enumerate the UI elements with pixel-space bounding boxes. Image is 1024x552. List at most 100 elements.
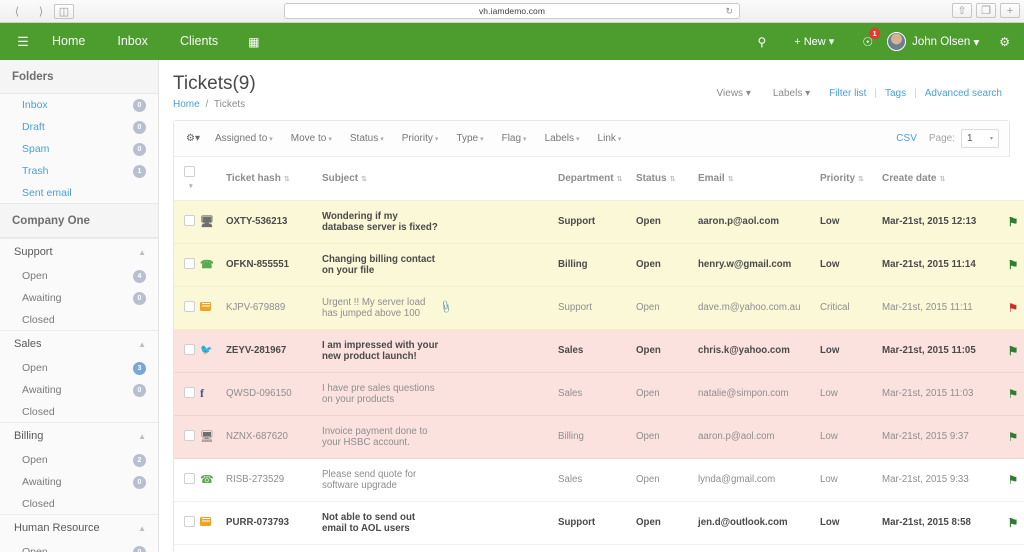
- row-checkbox[interactable]: [184, 387, 195, 398]
- reload-icon[interactable]: ↻: [725, 6, 733, 17]
- row-select-cell[interactable]: [174, 501, 200, 544]
- toolbar-assigned-to[interactable]: Assigned to▾: [206, 133, 282, 144]
- sidebar-item-sales-open[interactable]: Open 3: [0, 357, 158, 379]
- sidebar-item-billing-awaiting[interactable]: Awaiting 0: [0, 471, 158, 493]
- new-button[interactable]: + New ▾: [780, 35, 848, 48]
- flag-icon[interactable]: ⚑: [1008, 301, 1019, 315]
- sidebar-item-billing-closed[interactable]: Closed: [0, 493, 158, 514]
- row-flag-cell[interactable]: ⚑: [998, 329, 1024, 372]
- row-ticket-hash[interactable]: QWSD-096150: [226, 372, 322, 415]
- search-icon[interactable]: ⚲: [743, 35, 780, 49]
- row-checkbox[interactable]: [184, 215, 195, 226]
- sidebar-item-sales-closed[interactable]: Closed: [0, 401, 158, 422]
- sidebar-item-spam[interactable]: Spam 0: [0, 138, 158, 160]
- filter-list-link[interactable]: Filter list: [821, 88, 874, 99]
- toolbar-move-to[interactable]: Move to▾: [282, 133, 341, 144]
- flag-icon[interactable]: ⚑: [1008, 215, 1019, 229]
- row-select-cell[interactable]: [174, 458, 200, 501]
- labels-dropdown[interactable]: Labels ▾: [762, 88, 821, 99]
- sidebar-item-billing-open[interactable]: Open 2: [0, 449, 158, 471]
- sidebar-item-hr-open[interactable]: Open 0: [0, 541, 158, 552]
- th-select-all[interactable]: ▾: [174, 157, 200, 201]
- gear-icon[interactable]: ⚙: [993, 35, 1010, 49]
- row-select-cell[interactable]: ✓: [174, 544, 200, 552]
- advanced-search-link[interactable]: Advanced search: [917, 88, 1010, 99]
- table-row[interactable]: 🖥OXTY-536213Wondering if my database ser…: [174, 200, 1024, 243]
- row-flag-cell[interactable]: ⚑: [998, 200, 1024, 243]
- table-row[interactable]: 🐦ZEYV-281967I am impressed with your new…: [174, 329, 1024, 372]
- sidebar-item-support-open[interactable]: Open 4: [0, 265, 158, 287]
- toolbar-flag[interactable]: Flag▾: [493, 133, 536, 144]
- row-select-cell[interactable]: [174, 329, 200, 372]
- grid-apps-icon[interactable]: ▦: [234, 35, 272, 49]
- row-select-cell[interactable]: [174, 372, 200, 415]
- row-ticket-hash[interactable]: OFKN-855551: [226, 243, 322, 286]
- flag-icon[interactable]: ⚑: [1008, 516, 1019, 530]
- tabs-icon[interactable]: ❐: [976, 3, 996, 18]
- toolbar-type[interactable]: Type▾: [447, 133, 492, 144]
- select-all-checkbox[interactable]: [184, 166, 195, 177]
- sidebar-item-trash[interactable]: Trash 1: [0, 160, 158, 182]
- row-flag-cell[interactable]: ⚑: [998, 415, 1024, 458]
- address-bar[interactable]: vh.iamdemo.com ↻: [284, 3, 740, 19]
- breadcrumb-home[interactable]: Home: [173, 99, 200, 110]
- row-subject[interactable]: I have pre sales questions on your produ…: [322, 372, 440, 415]
- th-ticket-hash[interactable]: Ticket hash⇅: [226, 157, 322, 201]
- row-select-cell[interactable]: [174, 200, 200, 243]
- row-subject[interactable]: I am impressed with your new product lau…: [322, 329, 440, 372]
- toolbar-status[interactable]: Status▾: [341, 133, 393, 144]
- row-checkbox[interactable]: [184, 344, 195, 355]
- toolbar-link[interactable]: Link▾: [589, 133, 631, 144]
- row-subject[interactable]: Urgent !! My server load has jumped abov…: [322, 286, 440, 329]
- row-ticket-hash[interactable]: PURR-073793: [226, 501, 322, 544]
- table-row[interactable]: ✓🖥WMJG-065731iInternal ticket for CRM up…: [174, 544, 1024, 552]
- row-ticket-hash[interactable]: KJPV-679889: [226, 286, 322, 329]
- row-subject[interactable]: Changing billing contact on your file: [322, 243, 440, 286]
- row-checkbox[interactable]: [184, 516, 195, 527]
- sidebar-item-sent-email[interactable]: Sent email: [0, 182, 158, 204]
- row-select-cell[interactable]: [174, 286, 200, 329]
- table-row[interactable]: KJPV-679889Urgent !! My server load has …: [174, 286, 1024, 329]
- flag-icon[interactable]: ⚑: [1008, 387, 1019, 401]
- row-subject[interactable]: Invoice payment done to your HSBC accoun…: [322, 415, 440, 458]
- sidebar-item-draft[interactable]: Draft 0: [0, 116, 158, 138]
- row-subject[interactable]: Not able to send out email to AOL users: [322, 501, 440, 544]
- row-ticket-hash[interactable]: ZEYV-281967: [226, 329, 322, 372]
- csv-export-link[interactable]: CSV: [896, 133, 929, 144]
- nav-item-home[interactable]: Home: [36, 23, 101, 60]
- sidebar-toggle-icon[interactable]: ◫: [54, 4, 74, 19]
- row-flag-cell[interactable]: ⚑: [998, 372, 1024, 415]
- th-create-date[interactable]: Create date⇅: [882, 157, 998, 201]
- sidebar-item-support-closed[interactable]: Closed: [0, 309, 158, 330]
- gear-icon[interactable]: ⚙▾: [184, 133, 206, 144]
- share-icon[interactable]: ⇧: [952, 3, 972, 18]
- user-menu[interactable]: John Olsen ▾: [912, 35, 993, 49]
- table-row[interactable]: ☎RISB-273529Please send quote for softwa…: [174, 458, 1024, 501]
- views-dropdown[interactable]: Views ▾: [706, 88, 762, 99]
- row-checkbox[interactable]: [184, 258, 195, 269]
- forward-icon[interactable]: ⟩: [30, 3, 52, 19]
- row-flag-cell[interactable]: ⚑: [998, 243, 1024, 286]
- toolbar-labels[interactable]: Labels▾: [536, 133, 589, 144]
- row-select-cell[interactable]: [174, 243, 200, 286]
- th-email[interactable]: Email⇅: [698, 157, 820, 201]
- th-status[interactable]: Status⇅: [636, 157, 698, 201]
- flag-icon[interactable]: ⚑: [1008, 258, 1019, 272]
- sidebar-group-billing[interactable]: Billing ▲: [0, 422, 158, 449]
- sidebar-item-support-awaiting[interactable]: Awaiting 0: [0, 287, 158, 309]
- tags-link[interactable]: Tags: [877, 88, 914, 99]
- back-icon[interactable]: ⟨: [6, 3, 28, 19]
- hamburger-icon[interactable]: ☰: [10, 34, 36, 50]
- row-ticket-hash[interactable]: RISB-273529: [226, 458, 322, 501]
- row-ticket-hash[interactable]: WMJG-065731: [226, 544, 322, 552]
- nav-item-inbox[interactable]: Inbox: [101, 23, 164, 60]
- sidebar-group-human-resource[interactable]: Human Resource ▲: [0, 514, 158, 541]
- page-select[interactable]: 1 ▾: [961, 129, 999, 148]
- row-flag-cell[interactable]: ⚑: [998, 286, 1024, 329]
- row-subject[interactable]: iInternal ticket for CRM upgrade to late…: [322, 544, 440, 552]
- sidebar-group-support[interactable]: Support ▲: [0, 238, 158, 265]
- th-priority[interactable]: Priority⇅: [820, 157, 882, 201]
- toolbar-priority[interactable]: Priority▾: [393, 133, 448, 144]
- table-row[interactable]: ☎OFKN-855551Changing billing contact on …: [174, 243, 1024, 286]
- notifications-button[interactable]: ☉ 1: [848, 35, 887, 49]
